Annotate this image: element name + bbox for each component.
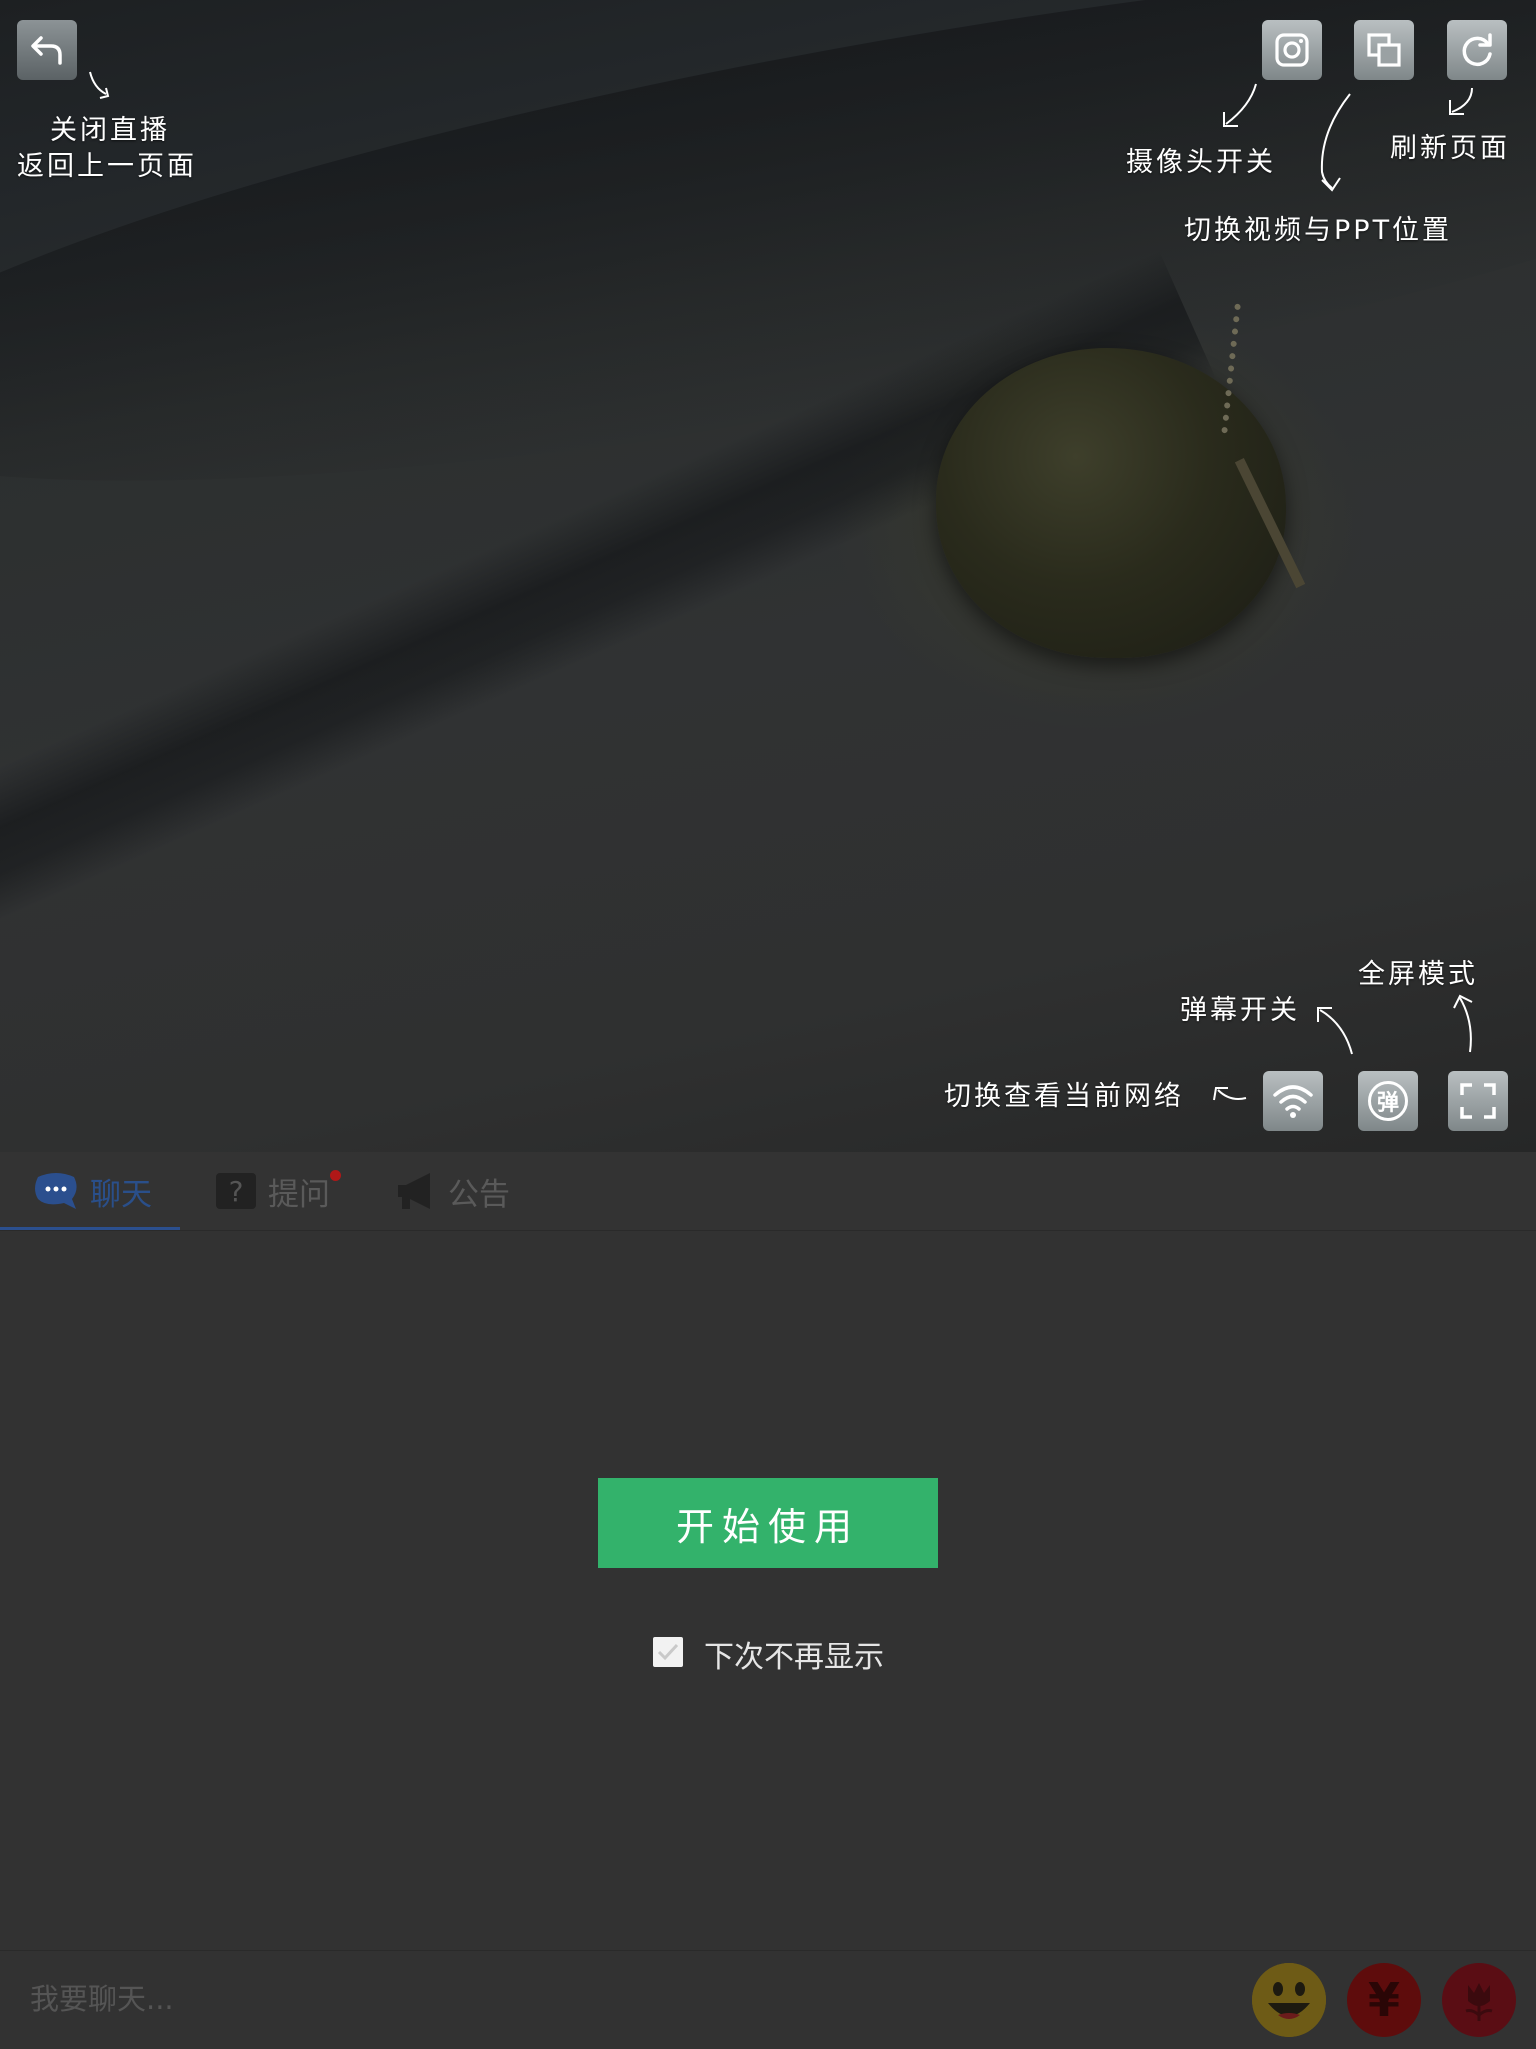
yen-icon: ¥ — [1367, 1973, 1400, 2027]
danmaku-tip-arrow — [1317, 1007, 1353, 1055]
network-tip-arrow — [1213, 1087, 1247, 1101]
smiley-face-icon — [1252, 1963, 1326, 2037]
reward-button[interactable]: ¥ — [1347, 1963, 1421, 2037]
wifi-icon — [1273, 1085, 1313, 1118]
fullscreen-icon — [1460, 1083, 1496, 1119]
gift-flower-button[interactable] — [1442, 1963, 1516, 2037]
tab-question-label: 提问 — [268, 1176, 330, 1213]
tab-announcement[interactable]: 公告 — [394, 1152, 510, 1230]
swap-windows-icon — [1367, 33, 1401, 67]
dont-show-again-checkbox[interactable] — [653, 1637, 683, 1667]
refresh-tip-arrow — [1449, 87, 1473, 115]
chat-bubble-icon — [32, 1171, 80, 1211]
tab-question[interactable]: ? 提问 — [214, 1152, 341, 1230]
danmaku-tip: 弹幕开关 — [1180, 995, 1300, 1026]
back-tip-line2: 返回上一页面 — [17, 151, 197, 182]
dont-show-again-label[interactable]: 下次不再显示 — [704, 1632, 884, 1676]
tab-chat-label: 聊天 — [90, 1176, 152, 1213]
back-tip-arrow — [89, 71, 110, 99]
refresh-button[interactable] — [1447, 20, 1507, 80]
chat-input[interactable] — [28, 1973, 1212, 2025]
tab-bar: 聊天 ? 提问 公告 — [0, 1152, 1536, 1231]
swap-tip-arrow — [1320, 93, 1351, 192]
network-tip: 切换查看当前网络 — [944, 1081, 1184, 1112]
start-using-button[interactable]: 开始使用 — [598, 1478, 938, 1568]
emoji-button[interactable] — [1252, 1963, 1326, 2037]
flower-icon — [1465, 1983, 1493, 2021]
swap-video-ppt-button[interactable] — [1354, 20, 1414, 80]
back-tip-line1: 关闭直播 — [50, 115, 170, 146]
megaphone-icon — [394, 1171, 438, 1211]
danmaku-icon: 弹 — [1368, 1081, 1408, 1121]
question-notification-dot — [330, 1170, 341, 1181]
camera-toggle-button[interactable] — [1262, 20, 1322, 80]
tab-chat[interactable]: 聊天 — [32, 1152, 152, 1230]
camera-tip-arrow — [1223, 83, 1257, 127]
checkmark-icon — [657, 1643, 679, 1661]
svg-text:?: ? — [229, 1175, 244, 1208]
active-tab-indicator — [0, 1227, 180, 1230]
camera-icon — [1275, 33, 1309, 67]
tab-announcement-label: 公告 — [448, 1176, 510, 1213]
back-arrow-icon — [31, 36, 62, 65]
question-icon: ? — [214, 1171, 258, 1211]
danmaku-icon-label: 弹 — [1376, 1091, 1399, 1116]
chat-input-bar: ¥ — [0, 1950, 1536, 2049]
camera-tip: 摄像头开关 — [1126, 147, 1276, 178]
refresh-icon — [1462, 33, 1492, 67]
back-button[interactable] — [17, 20, 77, 80]
danmaku-toggle-button[interactable]: 弹 — [1358, 1071, 1418, 1131]
network-switch-button[interactable] — [1263, 1071, 1323, 1131]
fullscreen-tip: 全屏模式 — [1358, 959, 1478, 990]
video-player[interactable]: 关闭直播 返回上一页面 摄像头开关 切换视频与PPT位置 刷新页面 全屏模式 弹… — [0, 0, 1536, 1152]
swap-tip: 切换视频与PPT位置 — [1184, 215, 1453, 246]
fullscreen-tip-arrow — [1453, 994, 1473, 1053]
refresh-tip: 刷新页面 — [1390, 133, 1510, 164]
fullscreen-button[interactable] — [1448, 1071, 1508, 1131]
